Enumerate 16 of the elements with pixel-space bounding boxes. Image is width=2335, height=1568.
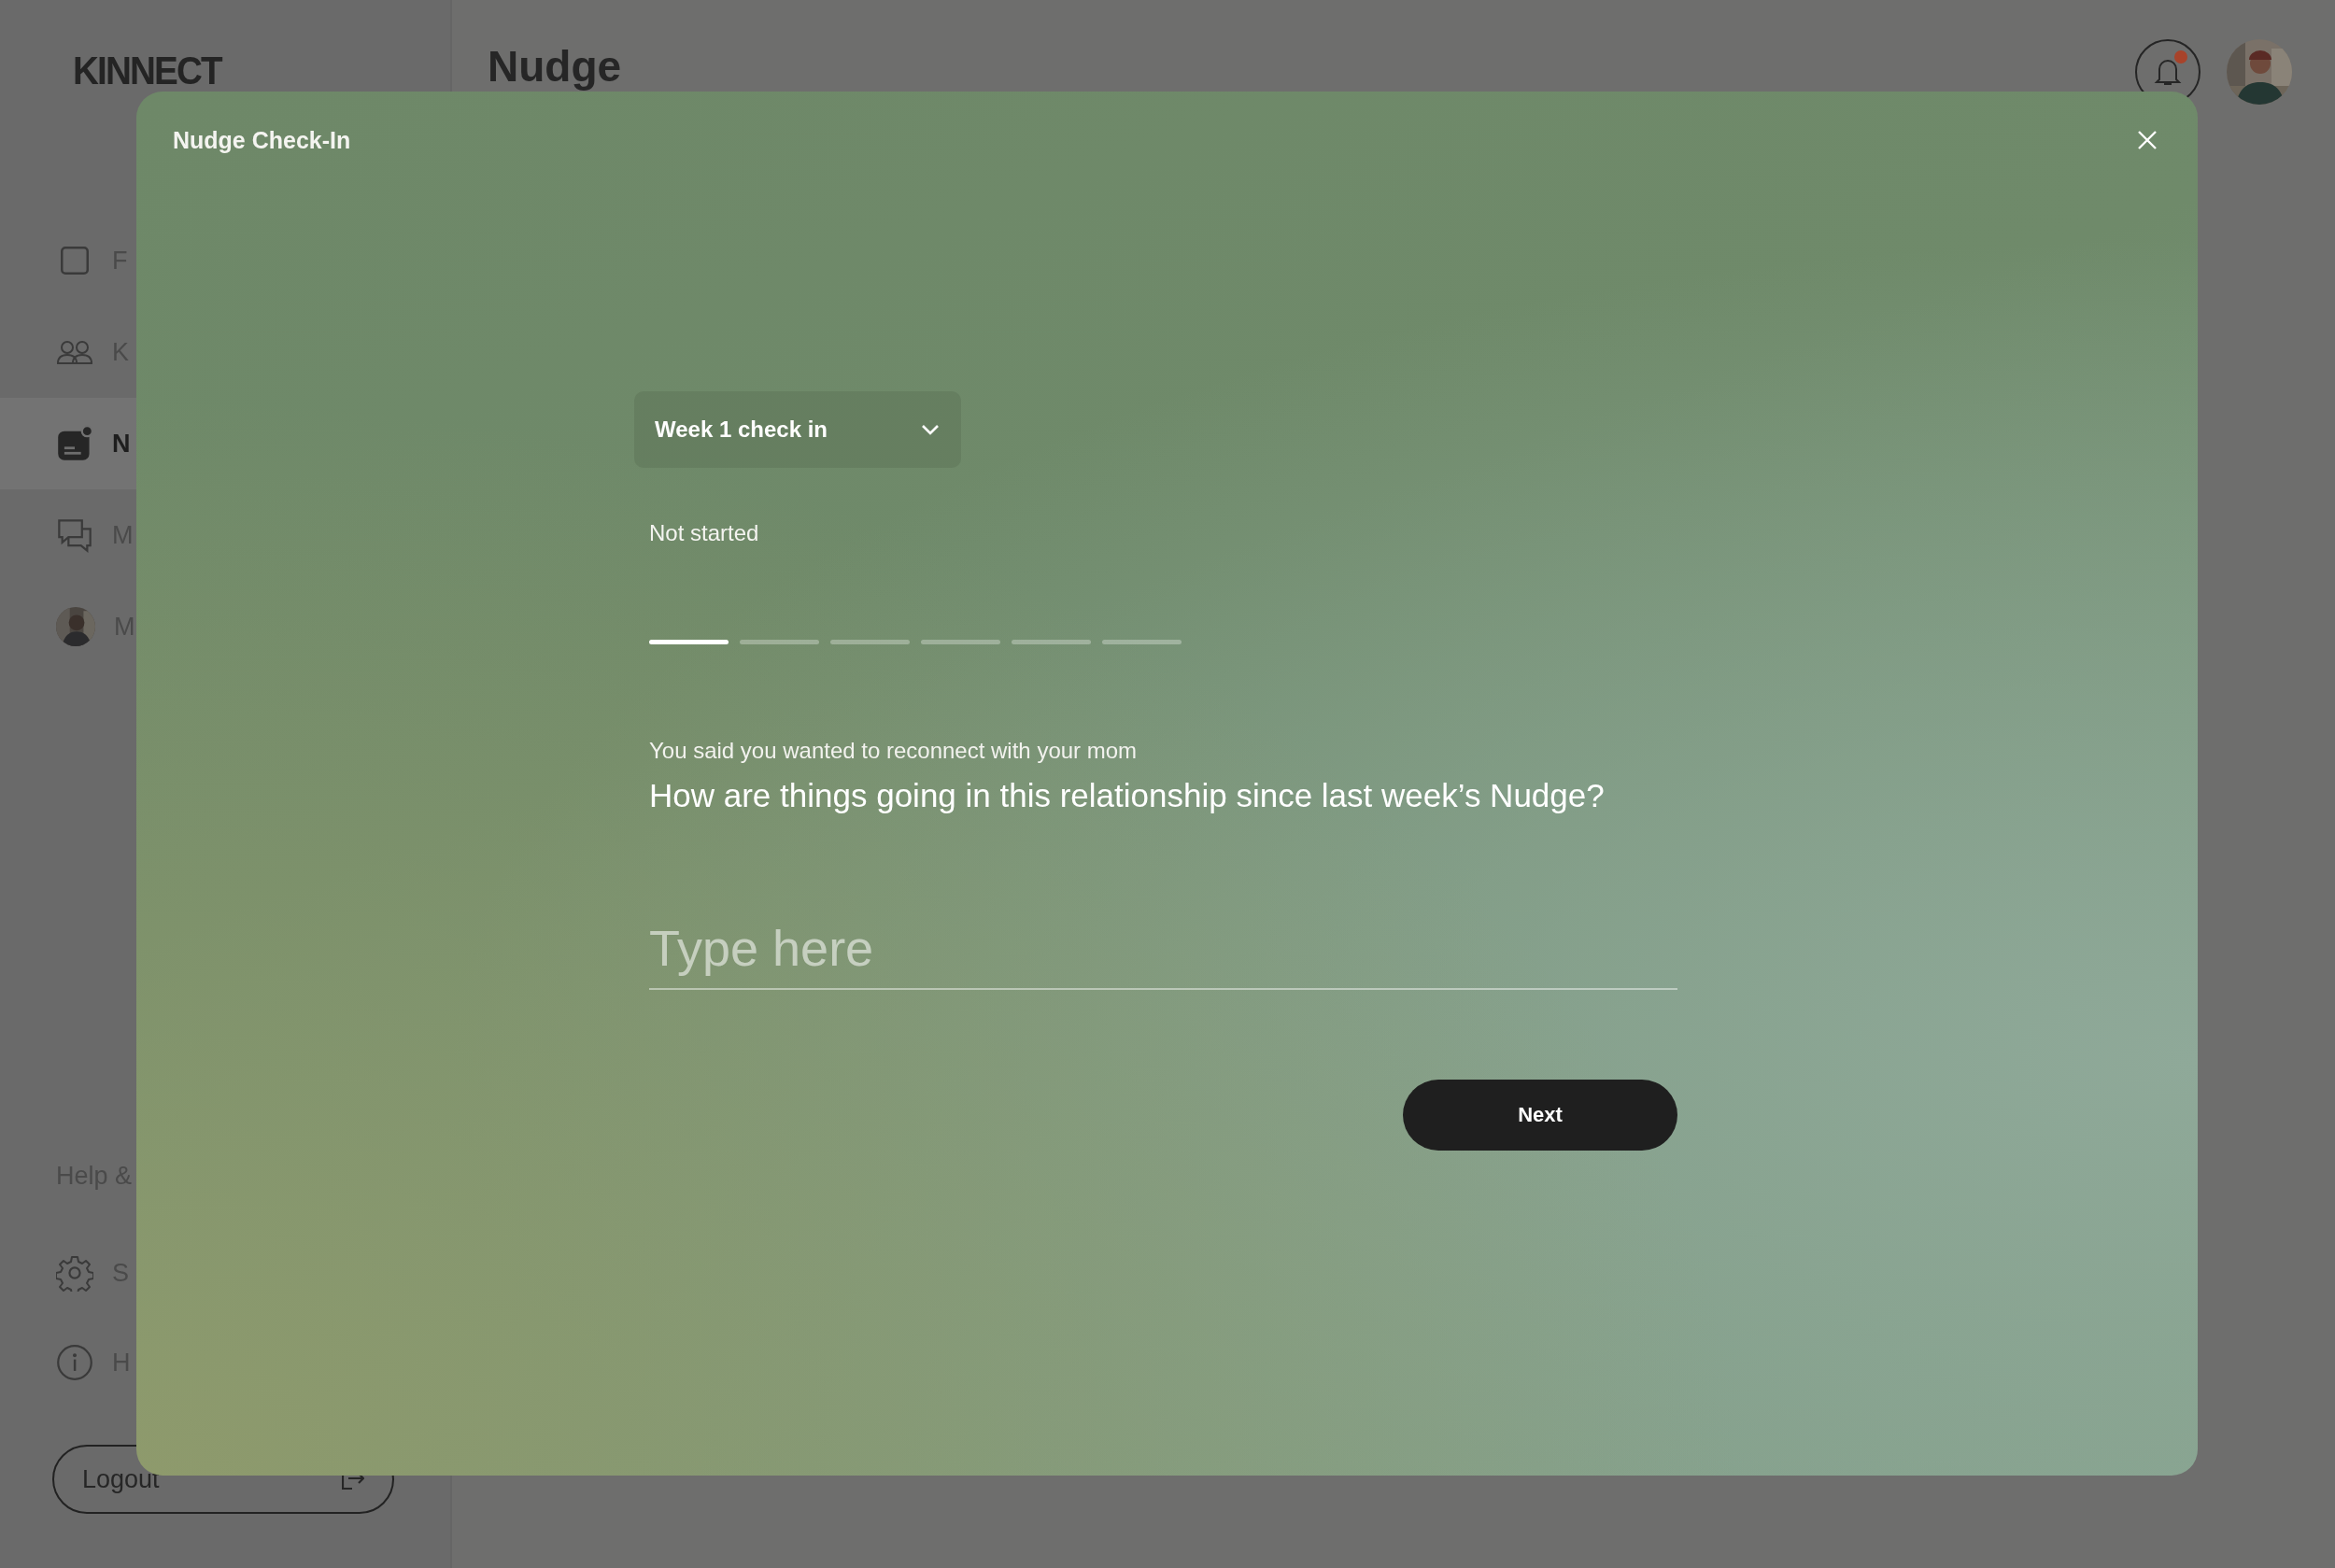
modal-title: Nudge Check-In xyxy=(173,126,351,154)
close-icon xyxy=(2136,129,2158,151)
question-text: How are things going in this relationship since last week’s Nudge? xyxy=(649,777,1606,814)
chevron-icon xyxy=(920,423,941,436)
info-icon xyxy=(56,1344,93,1381)
chat-icon xyxy=(56,516,93,554)
note-icon xyxy=(56,425,93,462)
status-text: Not started xyxy=(649,520,760,546)
next-button[interactable]: Next xyxy=(1403,1080,1677,1151)
context-text: You said you wanted to reconnect with your mom xyxy=(649,738,1139,764)
nav-item[interactable]: N xyxy=(0,398,136,489)
nav-label: N xyxy=(112,429,131,459)
answer-field[interactable]: Type here xyxy=(649,919,1677,990)
logo: KINNECT xyxy=(73,49,221,93)
week-dropdown[interactable]: Week 1 check in xyxy=(634,391,961,468)
settings-icon xyxy=(56,1254,93,1292)
